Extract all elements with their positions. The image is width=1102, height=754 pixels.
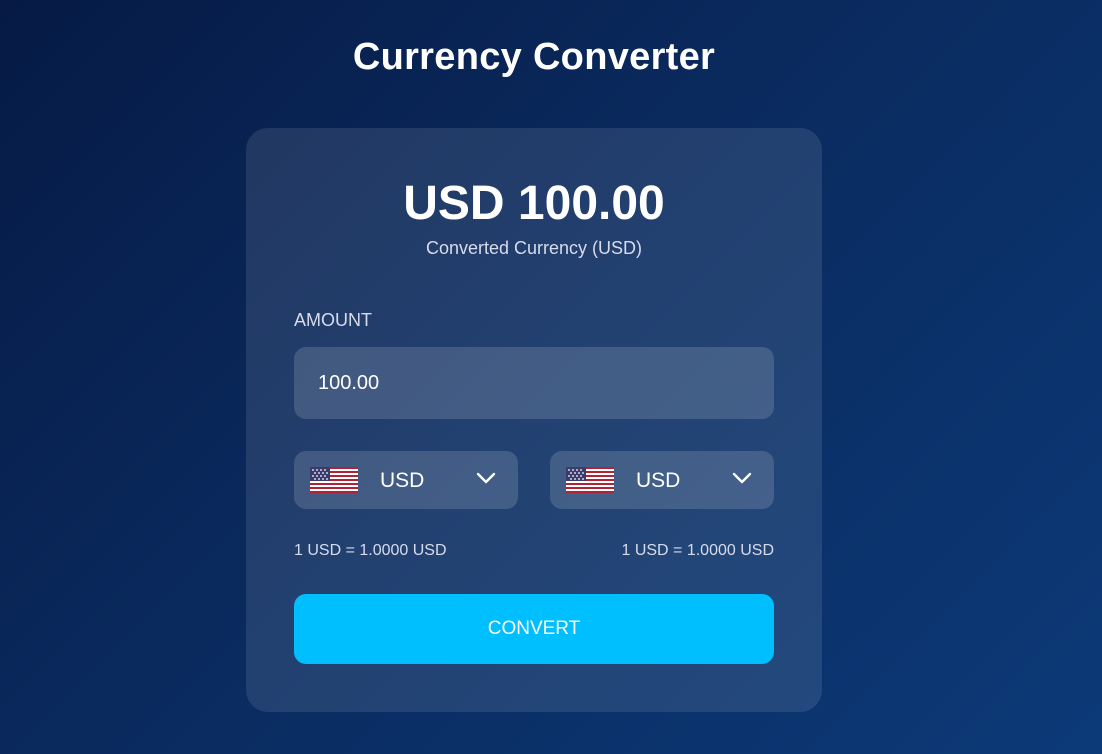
to-currency-code: USD (636, 469, 681, 492)
amount-label: AMOUNT (294, 310, 372, 330)
us-flag-icon (566, 467, 614, 493)
chevron-down-icon (476, 472, 496, 484)
amount-input[interactable] (294, 347, 774, 419)
convert-button[interactable]: CONVERT (294, 594, 774, 664)
us-flag-icon (310, 467, 358, 493)
page-title: Currency Converter (352, 36, 716, 78)
from-currency-select[interactable]: USD (294, 451, 518, 509)
from-exchange-rate: 1 USD = 1.0000 USD (294, 542, 447, 559)
converter-card: USD 100.00 Converted Currency (USD) AMOU… (246, 128, 822, 712)
converted-amount: USD 100.00 (403, 177, 665, 230)
to-exchange-rate: 1 USD = 1.0000 USD (621, 542, 774, 559)
to-currency-select[interactable]: USD (550, 451, 774, 509)
chevron-down-icon (732, 472, 752, 484)
from-currency-code: USD (380, 469, 425, 492)
converted-currency-label: Converted Currency (USD) (425, 238, 643, 258)
